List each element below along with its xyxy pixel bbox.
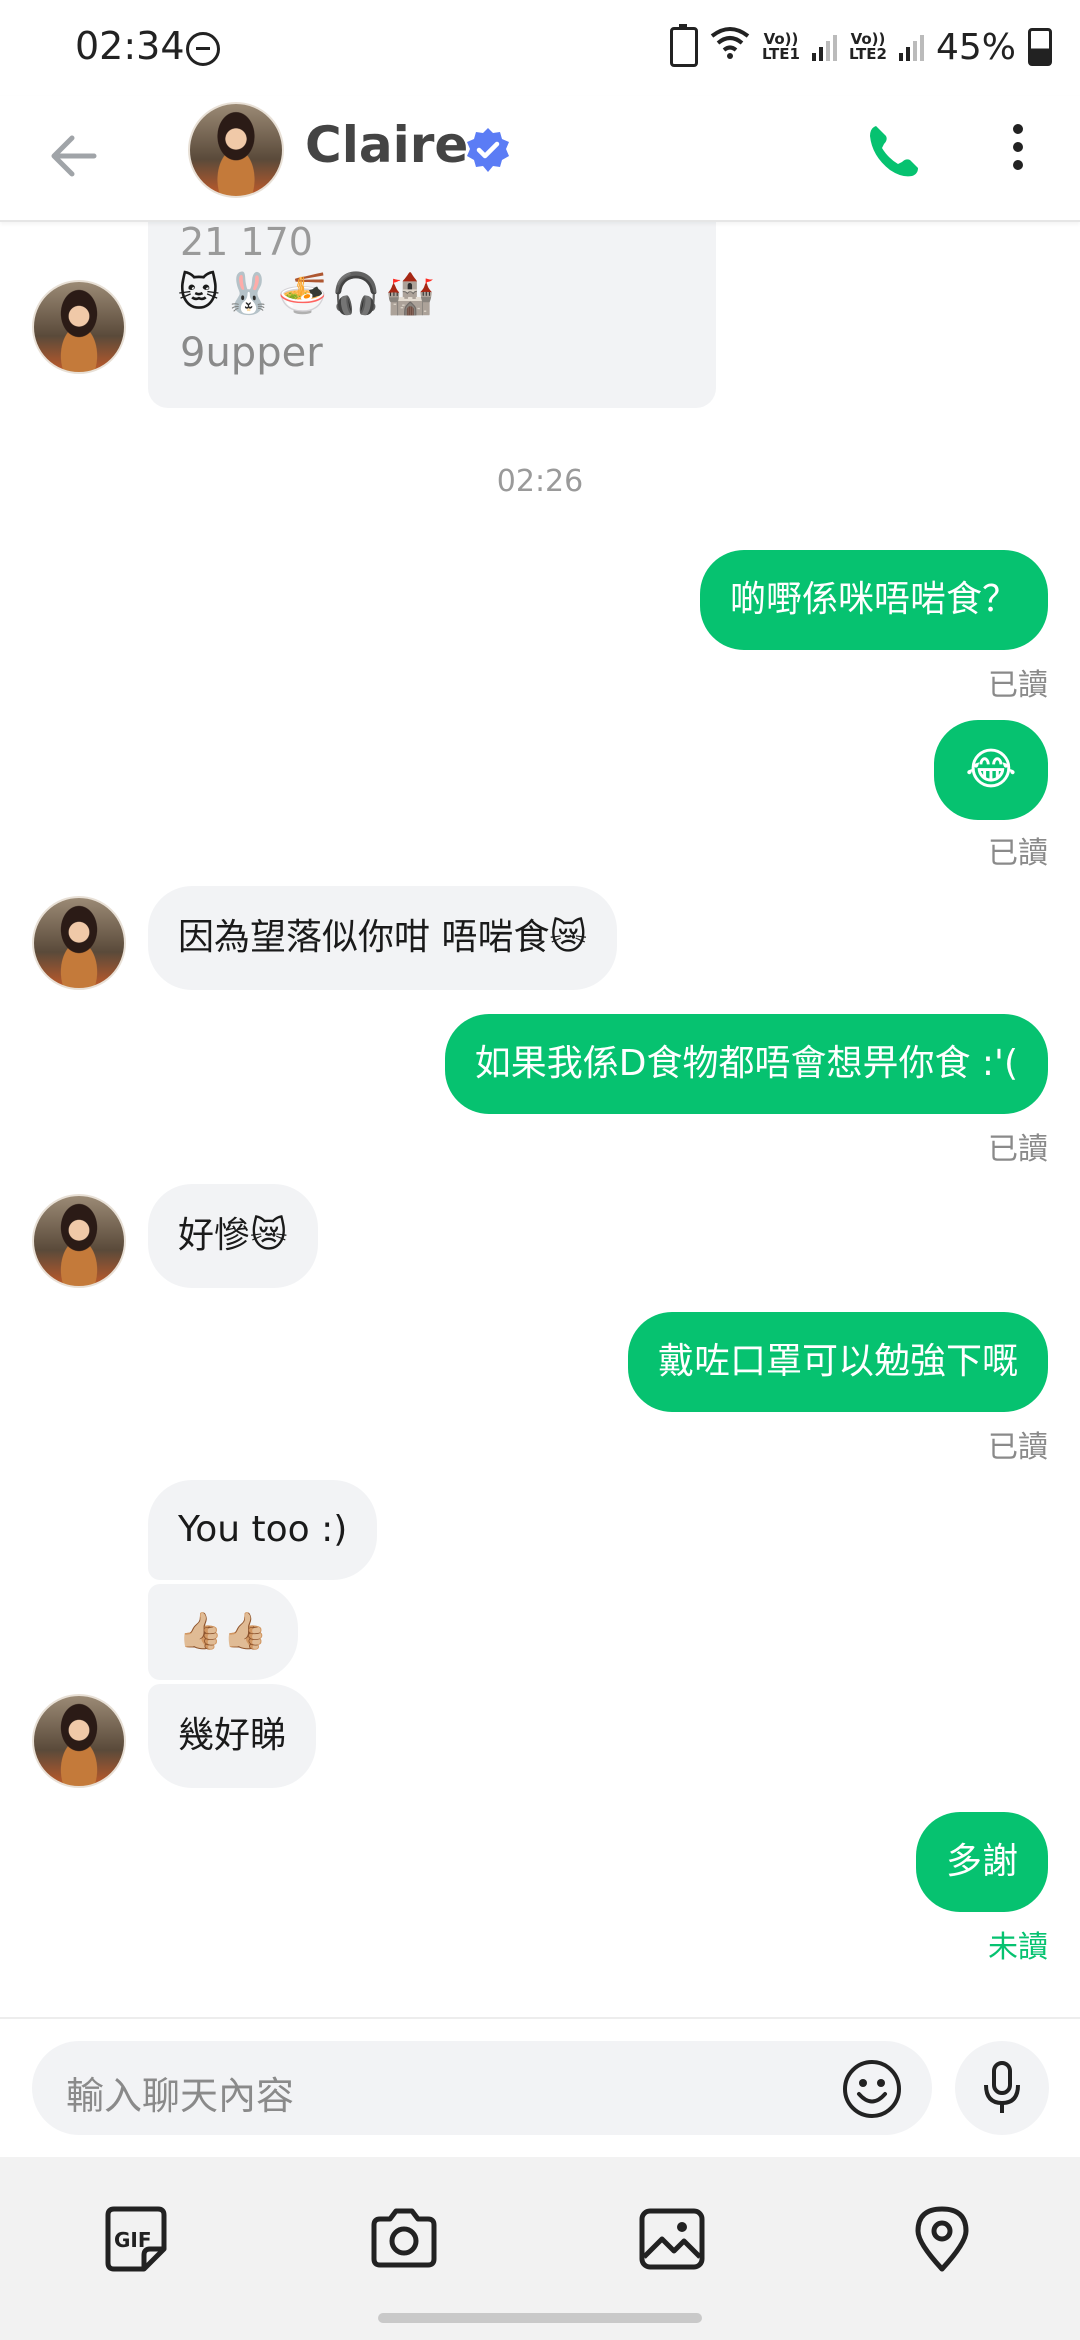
profile-card-emojis: 🐱 🐰 🍜 🎧 🏰 [178, 270, 435, 317]
message-text: 因為望落似你咁 唔啱食😿 [178, 917, 587, 958]
smiley-icon [843, 2060, 901, 2118]
svg-text:GIF: GIF [114, 2228, 152, 2252]
gif-icon: GIF [105, 2206, 167, 2272]
home-indicator[interactable] [378, 2313, 702, 2323]
unread-receipt: 未讀 [988, 1930, 1048, 1965]
message-text: 多謝 [945, 1841, 1018, 1882]
outgoing-message[interactable]: 😂 [934, 720, 1048, 820]
read-receipt: 已讀 [988, 1132, 1048, 1167]
profile-card-name: 9upper [180, 330, 323, 376]
call-button[interactable] [862, 120, 926, 184]
do-not-disturb-icon [186, 32, 220, 66]
verified-badge-icon [467, 128, 509, 172]
castle-emoji: 🏰 [385, 271, 435, 317]
message-text: 好慘😿 [178, 1215, 288, 1256]
chat-header: Claire [0, 96, 1080, 222]
signal-icon [811, 33, 837, 61]
noodles-emoji: 🍜 [277, 271, 328, 317]
incoming-message[interactable]: You too :) [148, 1480, 378, 1580]
outgoing-message[interactable]: 多謝 [915, 1812, 1048, 1912]
arrow-left-icon [51, 135, 97, 177]
contact-avatar[interactable] [188, 102, 284, 198]
incoming-message[interactable]: 因為望落似你咁 唔啱食😿 [148, 886, 617, 990]
message-text: 😂 [965, 744, 1017, 795]
voice-message-button[interactable] [955, 2041, 1049, 2135]
cat-emoji: 🐱 [178, 270, 220, 316]
lte2-label: LTE2 [848, 45, 887, 63]
chat-area[interactable]: 21 170 🐱 🐰 🍜 🎧 🏰 9upper 02:26 啲嘢係咪唔啱食？ 已… [0, 220, 1080, 2017]
profile-card-line: 21 170 [180, 220, 313, 264]
battery-percent: 45% [935, 26, 1016, 68]
message-text: 戴咗口罩可以勉強下嘅 [657, 1341, 1018, 1382]
chat-timestamp: 02:26 [496, 464, 584, 499]
outgoing-message[interactable]: 戴咗口罩可以勉強下嘅 [627, 1312, 1048, 1412]
message-text: 啲嘢係咪唔啱食？ [729, 579, 1018, 620]
message-text: You too :) [178, 1509, 348, 1550]
camera-icon [371, 2208, 437, 2268]
lte1-label: LTE1 [761, 45, 800, 63]
incoming-message[interactable]: 好慘😿 [148, 1184, 318, 1288]
status-time: 02:34 [75, 24, 185, 68]
lte1-indicator: Vo)) LTE1 [762, 32, 800, 62]
sender-avatar[interactable] [32, 1194, 126, 1288]
shared-profile-card[interactable]: 21 170 🐱 🐰 🍜 🎧 🏰 9upper [148, 220, 716, 408]
message-text: 👍🏼👍🏼 [178, 1611, 268, 1652]
gif-button[interactable]: GIF [100, 2203, 172, 2275]
input-placeholder: 輸入聊天內容 [66, 2074, 295, 2118]
image-button[interactable] [636, 2203, 708, 2275]
message-text: 幾好睇 [178, 1715, 287, 1756]
outgoing-message[interactable]: 啲嘢係咪唔啱食？ [699, 550, 1048, 650]
incoming-message[interactable]: 幾好睇 [148, 1684, 317, 1788]
read-receipt: 已讀 [988, 1430, 1048, 1465]
read-receipt: 已讀 [988, 836, 1048, 871]
signal-icon [898, 33, 924, 61]
more-options-button[interactable] [1000, 116, 1036, 190]
read-receipt: 已讀 [988, 668, 1048, 703]
back-button[interactable] [44, 126, 104, 186]
location-button[interactable] [906, 2203, 978, 2275]
camera-button[interactable] [368, 2203, 440, 2275]
lte2-indicator: Vo)) LTE2 [849, 32, 887, 62]
message-input-bar: 輸入聊天內容 [0, 2017, 1080, 2159]
microphone-icon [984, 2061, 1020, 2113]
outgoing-message[interactable]: 如果我係D食物都唔會想畀你食 :'( [444, 1014, 1048, 1114]
incoming-message[interactable]: 👍🏼👍🏼 [148, 1584, 298, 1680]
status-icons: Vo)) LTE1 Vo)) LTE2 45% [669, 22, 1052, 72]
rabbit-emoji: 🐰 [223, 271, 274, 317]
status-bar: 02:34 Vo)) LTE1 Vo)) LTE2 45% [0, 0, 1080, 96]
battery-saver-icon [669, 24, 698, 67]
headphones-emoji: 🎧 [331, 271, 382, 317]
sender-avatar[interactable] [32, 280, 126, 374]
emoji-button[interactable] [840, 2057, 904, 2121]
more-vertical-icon [1013, 124, 1023, 134]
contact-name[interactable]: Claire [305, 116, 468, 174]
message-input[interactable]: 輸入聊天內容 [32, 2041, 932, 2135]
image-icon [639, 2208, 705, 2270]
location-pin-icon [915, 2206, 969, 2272]
message-text: 如果我係D食物都唔會想畀你食 :'( [474, 1043, 1018, 1084]
wifi-icon [710, 26, 750, 68]
phone-icon [870, 126, 918, 177]
sender-avatar[interactable] [32, 896, 126, 990]
battery-icon [1028, 28, 1052, 66]
sender-avatar[interactable] [32, 1694, 126, 1788]
